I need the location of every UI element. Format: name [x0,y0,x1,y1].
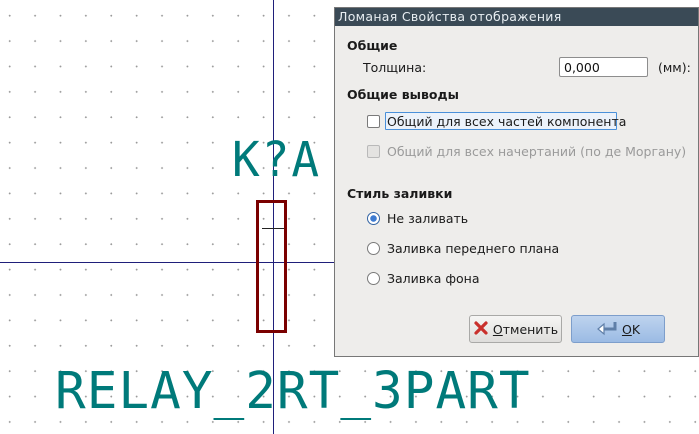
shared-section-title: Общие выводы [347,87,459,102]
all-styles-label: Общий для всех начертаний (по де Моргану… [387,144,687,159]
fill-foreground-radio[interactable] [367,242,380,255]
fill-none-label[interactable]: Не заливать [387,211,468,226]
cancel-x-icon [473,320,489,339]
dialog-titlebar[interactable]: Ломаная Свойства отображения [335,8,698,26]
thickness-unit-label: (мм): [658,60,691,75]
component-body-rectangle[interactable] [256,200,287,333]
thickness-label: Толщина: [363,60,427,75]
ok-accel: O [621,321,632,337]
fill-background-radio[interactable] [367,272,380,285]
pin-marker [262,228,284,229]
thickness-input[interactable] [559,57,648,77]
fill-none-radio[interactable] [367,212,380,225]
ok-label: K [631,321,641,337]
polyline-properties-dialog: Ломаная Свойства отображения Общие Толщи… [334,7,699,357]
fill-background-label[interactable]: Заливка фона [387,271,480,286]
cancel-button[interactable]: Отменить [469,315,562,343]
all-styles-checkbox [367,145,380,158]
cancel-label: тменить [502,321,559,337]
component-value[interactable]: RELAY_2RT_3PART [55,366,531,417]
ok-button[interactable]: OK [571,315,665,343]
all-parts-label[interactable]: Общий для всех частей компонента [387,114,626,129]
all-parts-checkbox[interactable] [367,115,380,128]
cancel-accel: О [492,321,503,337]
component-reference[interactable]: K?A [232,135,321,183]
general-section-title: Общие [347,38,398,53]
fill-foreground-label[interactable]: Заливка переднего плана [387,241,559,256]
fill-section-title: Стиль заливки [347,186,453,201]
ok-return-icon [596,320,618,339]
